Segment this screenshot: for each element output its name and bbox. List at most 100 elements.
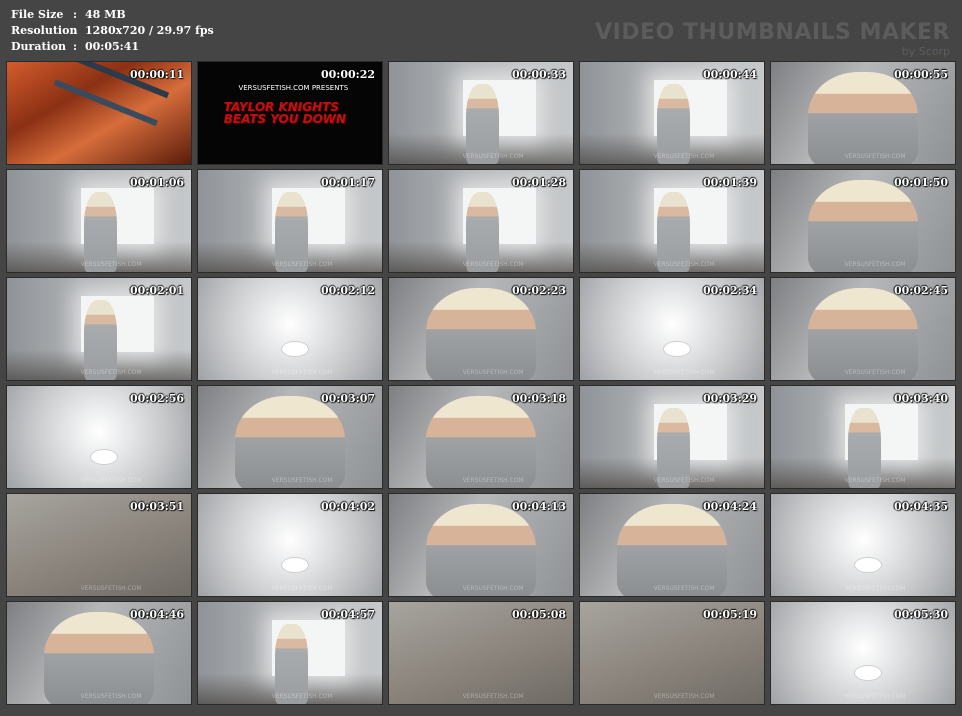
watermark-text: VERSUSFETISH.COM <box>271 477 333 484</box>
thumbnail-timestamp: 00:05:08 <box>511 608 566 621</box>
thumbnail[interactable]: VERSUSFETISH.COM 00:02:56 <box>6 385 192 489</box>
thumbnail-timestamp: 00:05:19 <box>702 608 757 621</box>
watermark-text: VERSUSFETISH.COM <box>462 369 524 376</box>
thumbnail[interactable]: VERSUSFETISH.COM 00:00:33 <box>388 61 574 165</box>
thumbnail[interactable]: VERSUSFETISH.COM 00:05:08 <box>388 601 574 705</box>
watermark-text: VERSUSFETISH.COM <box>844 369 906 376</box>
thumbnail-timestamp: 00:04:46 <box>129 608 184 621</box>
thumbnail[interactable]: VERSUSFETISH.COM 00:04:02 <box>197 493 383 597</box>
thumbnail-timestamp: 00:01:06 <box>129 176 184 189</box>
thumbnail[interactable]: VERSUSFETISH.COM 00:02:12 <box>197 277 383 381</box>
resolution-value: 1280x720 / 29.97 fps <box>85 24 214 37</box>
watermark-text: VERSUSFETISH.COM <box>271 693 333 700</box>
thumbnail-timestamp: 00:02:01 <box>129 284 184 297</box>
thumbnail[interactable]: VERSUSFETISH.COM 00:05:19 <box>579 601 765 705</box>
thumbnail[interactable]: VERSUSFETISH.COM 00:03:40 <box>770 385 956 489</box>
thumbnail[interactable]: VERSUSFETISH.COM 00:05:30 <box>770 601 956 705</box>
person-shape <box>43 612 155 704</box>
thumbnail[interactable]: VERSUSFETISH.COM 00:04:24 <box>579 493 765 597</box>
thumbnail-timestamp: 00:03:29 <box>702 392 757 405</box>
thumbnail[interactable]: VERSUSFETISH.COM 00:04:35 <box>770 493 956 597</box>
thumbnail[interactable]: 00:00:11 <box>6 61 192 165</box>
thumbnail[interactable]: VERSUSFETISH.COM 00:04:57 <box>197 601 383 705</box>
watermark-text: VERSUSFETISH.COM <box>844 693 906 700</box>
thumbnail-timestamp: 00:04:24 <box>702 500 757 513</box>
thumbnail[interactable]: VERSUSFETISH.COM 00:03:51 <box>6 493 192 597</box>
thumbnail[interactable]: VERSUSFETISH.COM 00:03:18 <box>388 385 574 489</box>
thumbnail-timestamp: 00:03:40 <box>893 392 948 405</box>
person-shape <box>425 396 537 488</box>
thumbnail[interactable]: VERSUSFETISH.COM 00:03:07 <box>197 385 383 489</box>
thumbnail-timestamp: 00:00:44 <box>702 68 757 81</box>
thumbnail[interactable]: VERSUSFETISH.COM 00:04:13 <box>388 493 574 597</box>
watermark-text: VERSUSFETISH.COM <box>844 477 906 484</box>
thumbnail[interactable]: VERSUSFETISH.COM 00:01:06 <box>6 169 192 273</box>
thumbnail[interactable]: VERSUSFETISH.COM 00:04:46 <box>6 601 192 705</box>
thumbnail-timestamp: 00:00:33 <box>511 68 566 81</box>
watermark-text: VERSUSFETISH.COM <box>653 585 715 592</box>
thumbnail-timestamp: 00:01:28 <box>511 176 566 189</box>
watermark-text: VERSUSFETISH.COM <box>844 585 906 592</box>
brand-title: VIDEO THUMBNAILS MAKER <box>595 20 950 45</box>
thumbnail[interactable]: VERSUSFETISH.COM 00:02:45 <box>770 277 956 381</box>
thumbnail-timestamp: 00:02:23 <box>511 284 566 297</box>
watermark-text: VERSUSFETISH.COM <box>462 693 524 700</box>
thumbnail-grid: 00:00:11 VERSUSFETISH.COM PRESENTS TAYLOR … <box>6 61 956 705</box>
thumbnail-timestamp: 00:00:55 <box>893 68 948 81</box>
file-size-label: File Size <box>11 8 64 21</box>
thumbnail[interactable]: VERSUSFETISH.COM 00:02:01 <box>6 277 192 381</box>
resolution-label: Resolution <box>11 24 78 37</box>
thumbnail-timestamp: 00:05:30 <box>893 608 948 621</box>
thumbnail-timestamp: 00:04:13 <box>511 500 566 513</box>
ceiling-lamp-shape <box>662 341 691 358</box>
watermark-text: VERSUSFETISH.COM <box>271 369 333 376</box>
duration-separator: : <box>73 40 78 53</box>
person-shape <box>234 396 346 488</box>
thumbnail-timestamp: 00:00:22 <box>320 68 375 81</box>
thumbnail-timestamp: 00:02:56 <box>129 392 184 405</box>
thumbnail[interactable]: VERSUSFETISH.COM 00:01:39 <box>579 169 765 273</box>
watermark-text: VERSUSFETISH.COM <box>653 153 715 160</box>
watermark-text: VERSUSFETISH.COM <box>80 477 142 484</box>
thumbnail[interactable]: VERSUSFETISH.COM 00:00:55 <box>770 61 956 165</box>
thumbnail[interactable]: VERSUSFETISH.COM 00:01:28 <box>388 169 574 273</box>
resolution-row: Resolution : 1280x720 / 29.97 fps <box>11 23 214 39</box>
thumbnail[interactable]: VERSUSFETISH.COM 00:01:50 <box>770 169 956 273</box>
watermark-text: VERSUSFETISH.COM <box>462 261 524 268</box>
thumbnail[interactable]: VERSUSFETISH.COM 00:00:44 <box>579 61 765 165</box>
file-size-separator: : <box>73 8 78 21</box>
ceiling-lamp-shape <box>89 449 118 466</box>
ceiling-lamp-shape <box>853 665 882 682</box>
duration-value: 00:05:41 <box>85 40 140 53</box>
watermark-text: VERSUSFETISH.COM <box>80 585 142 592</box>
watermark-text: VERSUSFETISH.COM <box>80 261 142 268</box>
thumbnail[interactable]: VERSUSFETISH.COM PRESENTS TAYLOR KNIGHTS B… <box>197 61 383 165</box>
brand-byline: by Scorp <box>901 45 950 58</box>
file-info-panel: File Size : 48 MB Resolution : 1280x720 … <box>11 7 214 55</box>
ceiling-lamp-shape <box>280 557 309 574</box>
watermark-text: VERSUSFETISH.COM <box>844 261 906 268</box>
thumbnail-timestamp: 00:03:18 <box>511 392 566 405</box>
thumbnail[interactable]: VERSUSFETISH.COM 00:02:23 <box>388 277 574 381</box>
watermark-text: VERSUSFETISH.COM <box>462 153 524 160</box>
watermark-text: VERSUSFETISH.COM <box>271 261 333 268</box>
person-shape <box>425 504 537 596</box>
thumbnail[interactable]: VERSUSFETISH.COM 00:01:17 <box>197 169 383 273</box>
title-card-heading: TAYLOR KNIGHTS BEATS YOU DOWN <box>224 101 346 125</box>
thumbnail-timestamp: 00:02:45 <box>893 284 948 297</box>
thumbnail-timestamp: 00:02:34 <box>702 284 757 297</box>
person-shape <box>616 504 728 596</box>
person-shape <box>425 288 537 380</box>
thumbnail-timestamp: 00:01:50 <box>893 176 948 189</box>
watermark-text: VERSUSFETISH.COM <box>80 369 142 376</box>
ceiling-lamp-shape <box>280 341 309 358</box>
thumbnail-timestamp: 00:01:39 <box>702 176 757 189</box>
duration-label: Duration <box>11 40 67 53</box>
thumbnail[interactable]: VERSUSFETISH.COM 00:02:34 <box>579 277 765 381</box>
person-shape <box>807 72 919 164</box>
file-size-value: 48 MB <box>85 8 126 21</box>
watermark-text: VERSUSFETISH.COM <box>80 693 142 700</box>
watermark-text: VERSUSFETISH.COM <box>653 369 715 376</box>
title-card-heading-line1: TAYLOR KNIGHTS <box>223 99 339 114</box>
thumbnail[interactable]: VERSUSFETISH.COM 00:03:29 <box>579 385 765 489</box>
